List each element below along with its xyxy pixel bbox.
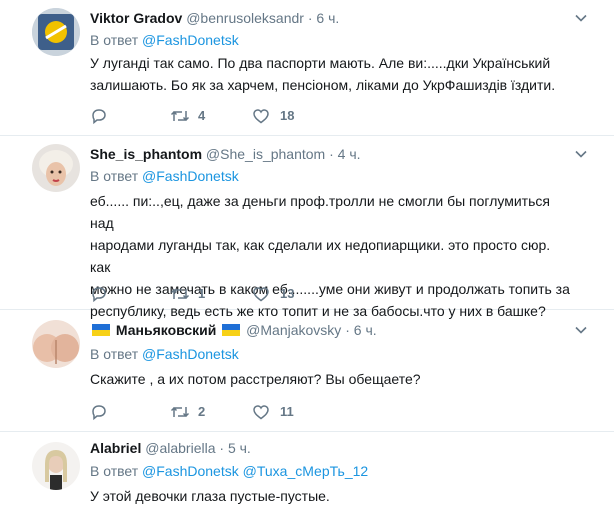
mention-link[interactable]: @FashDonetsk: [142, 346, 239, 362]
author-handle[interactable]: @benrusoleksandr: [186, 10, 304, 26]
author-handle[interactable]: @alabriella: [145, 440, 215, 456]
author-name[interactable]: Маньяковский: [116, 322, 217, 338]
retweet-icon: [170, 110, 190, 122]
retweet-icon: [170, 288, 190, 300]
ukraine-flag-icon: [92, 324, 110, 336]
author-handle[interactable]: @She_is_phantom: [206, 146, 325, 162]
separator-dot: ·: [307, 10, 313, 26]
text-line: еб...... пи:..,ец, даже за деньги проф.т…: [90, 193, 550, 231]
text-line: У луганді так само. По два паспорти мают…: [90, 55, 551, 71]
avatar[interactable]: [32, 144, 80, 192]
retweet-icon: [170, 406, 190, 418]
like-count: 18: [280, 108, 295, 123]
avatar[interactable]: [32, 442, 80, 490]
tweet-text: У луганді так само. По два паспорти мают…: [90, 52, 570, 96]
like-count: 13: [280, 286, 295, 301]
author-name[interactable]: Alabriel: [90, 440, 141, 456]
text-line: народами луганды так, как сделали их нед…: [90, 237, 551, 275]
ukraine-flag-icon: [222, 324, 241, 336]
retweet-count: 4: [198, 108, 206, 123]
separator-dot: ·: [219, 440, 225, 456]
reply-prefix: В ответ: [90, 463, 139, 479]
heart-icon: [253, 405, 269, 420]
chevron-down-icon[interactable]: [574, 147, 588, 161]
tweet-header: Alabriel @alabriella · 5 ч.: [90, 438, 251, 458]
tweet[interactable]: Viktor Gradov @benrusoleksandr · 6 ч. В …: [0, 0, 614, 136]
heart-icon: [253, 287, 269, 302]
tweet-actions: 2 11: [90, 402, 350, 422]
text-line: У этой девочки глаза пустые-пустые.: [90, 488, 330, 504]
separator-dot: ·: [345, 322, 350, 338]
reply-icon: [92, 405, 106, 421]
tweet-header: Viktor Gradov @benrusoleksandr · 6 ч.: [90, 8, 339, 28]
tweet-actions: 1 13: [90, 284, 350, 304]
author-name[interactable]: She_is_phantom: [90, 146, 202, 162]
reply-context: В ответ @FashDonetsk: [90, 30, 239, 50]
text-line: Скажите , а их потом расстреляют? Вы обе…: [90, 371, 421, 387]
mention-link[interactable]: @FashDonetsk: [142, 168, 239, 184]
timestamp[interactable]: 6 ч.: [354, 322, 377, 338]
separator-dot: ·: [329, 146, 334, 162]
avatar[interactable]: [32, 320, 80, 368]
heart-icon: [253, 109, 269, 124]
mention-link[interactable]: @FashDonetsk: [142, 32, 239, 48]
tweet[interactable]: Alabriel @alabriella · 5 ч. В ответ @Fas…: [0, 432, 614, 516]
reply-icon: [92, 109, 106, 125]
reply-icon: [92, 287, 106, 303]
reply-prefix: В ответ: [90, 346, 139, 362]
mention-link[interactable]: @Tuxa_сМерТь_12: [243, 463, 369, 479]
reply-context: В ответ @FashDonetsk: [90, 344, 239, 364]
timestamp[interactable]: 6 ч.: [316, 10, 339, 26]
retweet-count: 2: [198, 404, 206, 419]
tweet-text: Скажите , а их потом расстреляют? Вы обе…: [90, 368, 570, 390]
tweet-header: Маньяковский @Manjakovsky · 6 ч.: [90, 320, 377, 340]
text-line: залишають. Бо як за харчем, пенсіоном, л…: [90, 77, 556, 93]
timestamp[interactable]: 4 ч.: [338, 146, 361, 162]
mention-link[interactable]: @FashDonetsk: [142, 463, 239, 479]
tweet-text: У этой девочки глаза пустые-пустые.: [90, 485, 570, 507]
author-name[interactable]: Viktor Gradov: [90, 10, 182, 26]
reply-context: В ответ @FashDonetsk @Tuxa_сМерТь_12: [90, 461, 368, 481]
tweet-header: She_is_phantom @She_is_phantom · 4 ч.: [90, 144, 361, 164]
like-count: 11: [280, 404, 294, 419]
reply-prefix: В ответ: [90, 168, 139, 184]
retweet-count: 1: [198, 286, 206, 301]
reply-prefix: В ответ: [90, 32, 139, 48]
chevron-down-icon[interactable]: [574, 323, 588, 337]
timestamp[interactable]: 5 ч.: [228, 440, 251, 456]
avatar[interactable]: [32, 8, 80, 56]
author-handle[interactable]: @Manjakovsky: [246, 322, 341, 338]
tweet-actions: 4 18: [90, 106, 350, 126]
chevron-down-icon[interactable]: [574, 11, 588, 25]
reply-context: В ответ @FashDonetsk: [90, 166, 239, 186]
tweet[interactable]: She_is_phantom @She_is_phantom · 4 ч. В …: [0, 136, 614, 319]
tweet[interactable]: Маньяковский @Manjakovsky · 6 ч. В ответ…: [0, 310, 614, 432]
tweet-feed: Viktor Gradov @benrusoleksandr · 6 ч. В …: [0, 0, 614, 516]
